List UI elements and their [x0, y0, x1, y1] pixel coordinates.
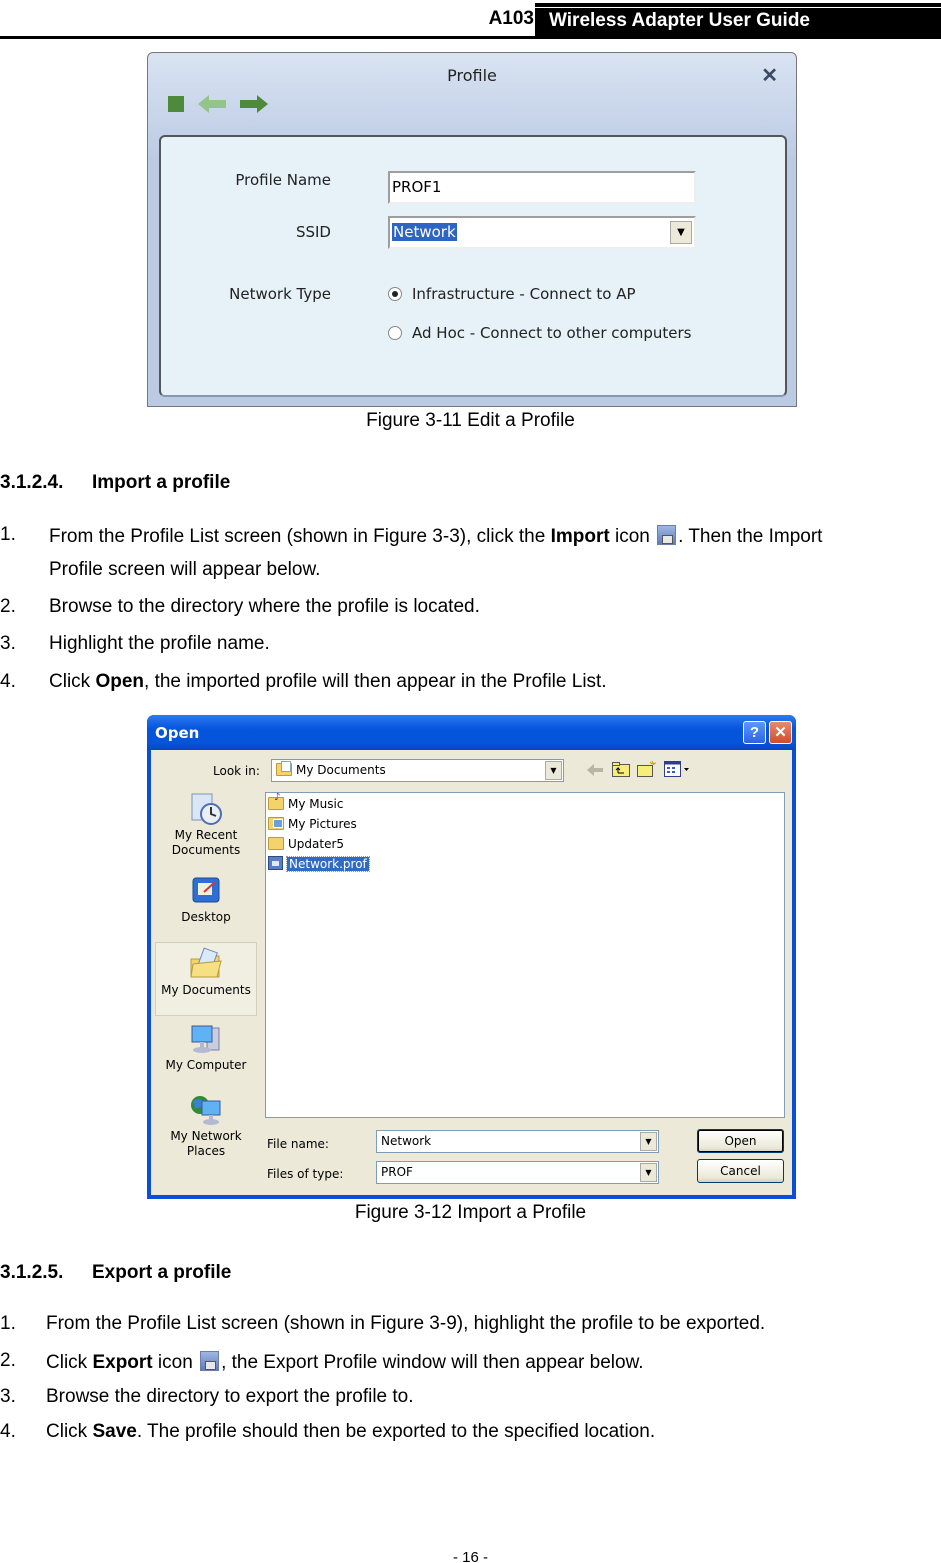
desktop-icon	[189, 874, 223, 908]
open-dialog-body: Look in: My Documents ▼ My Recent Documen…	[151, 750, 792, 1195]
list-item[interactable]: My Pictures	[268, 817, 357, 831]
music-folder-icon	[268, 792, 284, 810]
chevron-down-icon[interactable]: ▼	[640, 1132, 657, 1151]
radio-unselected-icon	[388, 326, 402, 340]
close-button[interactable]: ✕	[769, 721, 792, 744]
ssid-value: Network	[392, 223, 457, 241]
recent-documents-icon	[189, 792, 223, 826]
radio-adhoc[interactable]: Ad Hoc - Connect to other computers	[388, 324, 691, 342]
list-text: Browse to the directory where the profil…	[49, 596, 480, 617]
profile-form: Profile Name PROF1 SSID Network ▼ Networ…	[159, 135, 787, 397]
section-title: Export a profile	[92, 1262, 232, 1283]
network-type-label: Network Type	[229, 285, 331, 303]
chevron-down-icon[interactable]: ▼	[545, 761, 562, 780]
place-recent-documents[interactable]: My Recent Documents	[155, 792, 257, 858]
profile-name-label: Profile Name	[235, 171, 331, 189]
list-number: 1.	[0, 1313, 16, 1334]
place-network-places[interactable]: My Network Places	[155, 1093, 257, 1159]
new-folder-icon[interactable]	[637, 760, 657, 782]
place-desktop[interactable]: Desktop	[155, 874, 257, 925]
radio-infrastructure-label: Infrastructure - Connect to AP	[412, 285, 636, 303]
view-menu-icon[interactable]	[664, 761, 690, 782]
file-type-label: Files of type:	[267, 1167, 344, 1181]
list-number: 2.	[0, 1350, 16, 1371]
list-text: Click Open, the imported profile will th…	[49, 671, 607, 692]
stop-square-icon[interactable]	[168, 96, 184, 112]
list-item[interactable]: My Music	[268, 792, 343, 811]
list-number: 3.	[0, 633, 16, 654]
section-heading-export: 3.1.2.5. Export a profile	[0, 1262, 231, 1284]
pictures-folder-icon	[268, 817, 284, 830]
open-dialog-titlebar: Open ? ✕	[147, 715, 796, 750]
look-in-value: My Documents	[296, 763, 386, 777]
list-item[interactable]: Updater5	[268, 837, 344, 851]
radio-selected-icon	[388, 287, 402, 301]
list-item-selected[interactable]: Network.prof	[268, 856, 370, 872]
open-button[interactable]: Open	[697, 1129, 784, 1153]
cancel-button[interactable]: Cancel	[697, 1159, 784, 1183]
file-name-combobox[interactable]: Network ▼	[376, 1130, 659, 1153]
file-type-value: PROF	[381, 1165, 413, 1179]
file-name-value: Network	[381, 1134, 432, 1148]
up-folder-icon[interactable]	[612, 762, 630, 782]
list-text: Click Save. The profile should then be e…	[46, 1421, 656, 1442]
look-in-combobox[interactable]: My Documents ▼	[271, 759, 564, 782]
radio-adhoc-label: Ad Hoc - Connect to other computers	[412, 324, 692, 342]
list-number: 1.	[0, 524, 16, 545]
list-number: 3.	[0, 1386, 16, 1407]
arrow-right-icon[interactable]	[240, 95, 268, 113]
my-documents-icon	[189, 947, 223, 981]
place-my-computer[interactable]: My Computer	[155, 1022, 257, 1073]
page-number: - 16 -	[452, 1549, 488, 1563]
section-heading-import: 3.1.2.4. Import a profile	[0, 472, 230, 494]
back-arrow-icon[interactable]	[587, 763, 603, 781]
profile-window-title: Profile	[447, 66, 497, 85]
ssid-label: SSID	[295, 223, 331, 241]
my-documents-folder-icon	[276, 761, 292, 776]
look-in-label: Look in:	[213, 764, 260, 778]
list-number: 2.	[0, 596, 16, 617]
export-icon	[200, 1351, 220, 1371]
open-dialog: Open ? ✕ Look in: My Documents ▼ My Rece…	[147, 715, 796, 1199]
my-computer-icon	[189, 1022, 223, 1056]
open-dialog-title: Open	[155, 724, 200, 742]
profile-toolbar	[168, 95, 268, 113]
section-number: 3.1.2.4.	[0, 472, 64, 493]
close-icon[interactable]: ✕	[761, 63, 778, 88]
chevron-down-icon[interactable]: ▼	[670, 221, 692, 244]
figure-caption: Figure 3-11 Edit a Profile	[366, 410, 575, 431]
header-model: A103	[488, 8, 534, 29]
file-name-label: File name:	[267, 1137, 329, 1151]
header-divider	[0, 36, 941, 39]
help-button[interactable]: ?	[743, 721, 766, 744]
list-number: 4.	[0, 1421, 16, 1442]
file-type-combobox[interactable]: PROF ▼	[376, 1161, 659, 1184]
place-my-documents[interactable]: My Documents	[155, 942, 257, 1016]
profile-file-icon	[268, 856, 283, 870]
figure-caption: Figure 3-12 Import a Profile	[354, 1202, 587, 1223]
list-text: From the Profile List screen (shown in F…	[46, 1313, 766, 1334]
folder-icon	[268, 837, 284, 850]
list-text: From the Profile List screen (shown in F…	[49, 525, 823, 547]
chevron-down-icon[interactable]: ▼	[640, 1163, 657, 1182]
import-icon	[657, 525, 677, 545]
profile-window: Profile ✕ Profile Name PROF1 SSID Networ…	[147, 52, 797, 407]
list-text: Click Export icon , the Export Profile w…	[46, 1351, 644, 1373]
list-text-continued: Profile screen will appear below.	[49, 559, 321, 580]
section-number: 3.1.2.5.	[0, 1262, 64, 1283]
list-number: 4.	[0, 671, 16, 692]
arrow-left-icon[interactable]	[198, 95, 226, 113]
header-title: Wireless Adapter User Guide	[535, 3, 941, 37]
ssid-combobox[interactable]: Network ▼	[388, 216, 696, 249]
section-title: Import a profile	[92, 472, 231, 493]
network-places-icon	[189, 1093, 223, 1127]
radio-infrastructure[interactable]: Infrastructure - Connect to AP	[388, 285, 636, 303]
profile-name-input[interactable]: PROF1	[388, 171, 696, 204]
list-text: Highlight the profile name.	[49, 633, 270, 654]
list-text: Browse the directory to export the profi…	[46, 1386, 414, 1407]
file-list[interactable]: My Music My Pictures Updater5 Network.pr…	[265, 792, 785, 1118]
